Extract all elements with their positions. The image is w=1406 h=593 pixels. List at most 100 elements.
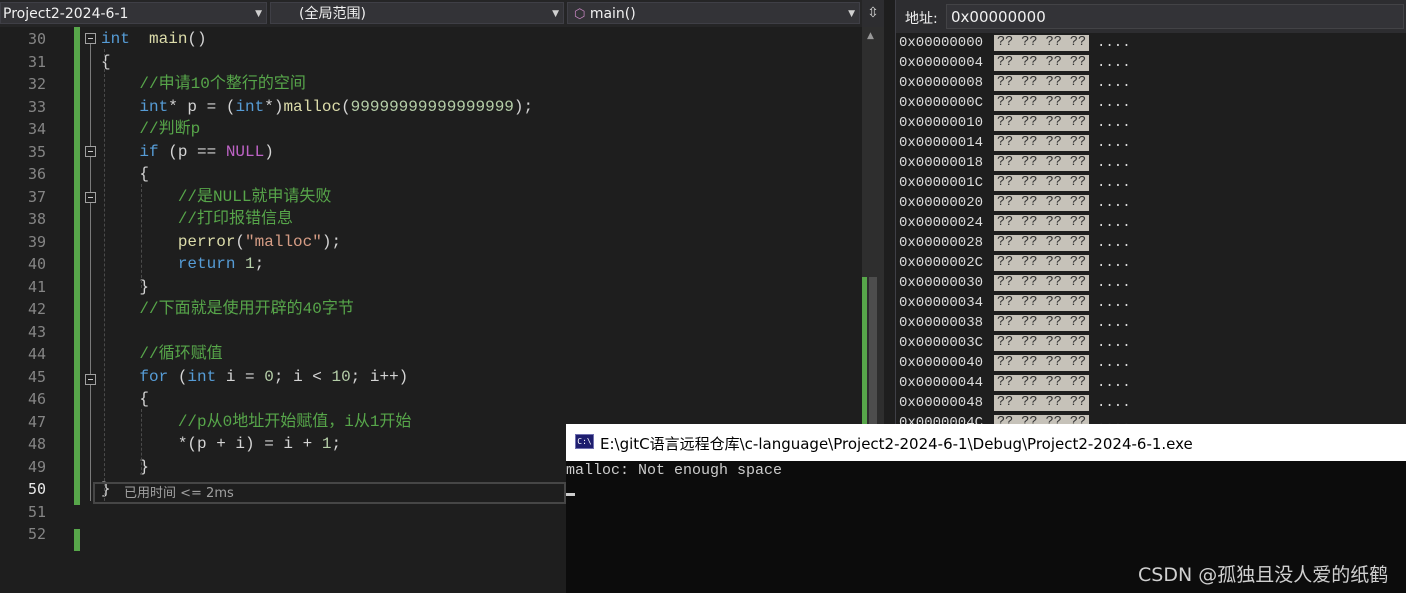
collapse-for-icon[interactable] (85, 374, 96, 385)
code-token: *) (264, 97, 284, 116)
code-line[interactable]: { (101, 51, 111, 74)
memory-row[interactable]: 0x00000040 ?? ?? ?? ??.... (896, 353, 1406, 373)
memory-row[interactable]: 0x00000000 ?? ?? ?? ??.... (896, 33, 1406, 53)
memory-row[interactable]: 0x00000010 ?? ?? ?? ??.... (896, 113, 1406, 133)
memory-address: 0x00000014 (899, 135, 984, 151)
code-token: { (101, 165, 150, 183)
memory-bytes[interactable]: ?? ?? ?? ?? (994, 375, 1090, 391)
memory-address: 0x0000001C (899, 175, 984, 191)
split-icon: ⇳ (867, 5, 879, 21)
memory-row[interactable]: 0x00000038 ?? ?? ?? ??.... (896, 313, 1406, 333)
memory-address: 0x00000020 (899, 195, 984, 211)
memory-bytes[interactable]: ?? ?? ?? ?? (994, 355, 1090, 371)
scope-dropdown[interactable]: (全局范围) ▼ (270, 2, 564, 24)
memory-row[interactable]: 0x00000048 ?? ?? ?? ??.... (896, 393, 1406, 413)
line-number: 50 (27, 480, 46, 498)
code-line[interactable]: { (101, 388, 149, 411)
project-dropdown[interactable]: Project2-2024-6-1 ▼ (0, 2, 267, 24)
memory-row[interactable]: 0x00000018 ?? ?? ?? ??.... (896, 153, 1406, 173)
code-line[interactable]: for (int i = 0; i < 10; i++) (101, 366, 408, 389)
memory-row[interactable]: 0x00000020 ?? ?? ?? ??.... (896, 193, 1406, 213)
memory-bytes[interactable]: ?? ?? ?? ?? (994, 195, 1090, 211)
line-number: 33 (27, 97, 46, 116)
memory-row[interactable]: 0x0000002C ?? ?? ?? ??.... (896, 253, 1406, 273)
line-number: 38 (27, 210, 46, 228)
memory-bytes[interactable]: ?? ?? ?? ?? (994, 215, 1090, 231)
project-dropdown-label: Project2-2024-6-1 (3, 6, 129, 22)
code-token: ; (331, 435, 342, 453)
memory-row[interactable]: 0x0000003C ?? ?? ?? ??.... (896, 333, 1406, 353)
memory-bytes[interactable]: ?? ?? ?? ?? (994, 75, 1090, 91)
line-number: 46 (27, 390, 46, 408)
memory-bytes[interactable]: ?? ?? ?? ?? (994, 175, 1090, 191)
code-token: *(p + i) = i + (101, 435, 322, 453)
memory-bytes[interactable]: ?? ?? ?? ?? (994, 315, 1090, 331)
memory-ascii: .... (1097, 235, 1131, 251)
code-token: malloc (283, 97, 342, 116)
memory-row[interactable]: 0x00000014 ?? ?? ?? ??.... (896, 133, 1406, 153)
code-token: perror (177, 232, 236, 251)
line-number: 51 (27, 502, 46, 521)
memory-row[interactable]: 0x0000000C ?? ?? ?? ??.... (896, 93, 1406, 113)
memory-toolbar: 地址: 0x00000000 (896, 0, 1406, 33)
editor-scrollbar[interactable]: ▲ (862, 27, 884, 427)
address-input[interactable]: 0x00000000 (946, 4, 1404, 29)
collapse-main-icon[interactable] (85, 33, 96, 44)
collapse-comment-icon[interactable] (85, 192, 96, 203)
memory-bytes[interactable]: ?? ?? ?? ?? (994, 155, 1090, 171)
code-line[interactable]: { (101, 163, 149, 186)
code-line[interactable]: //下面就是使用开辟的40字节 (101, 298, 353, 321)
memory-row[interactable]: 0x00000044 ?? ?? ?? ??.... (896, 373, 1406, 393)
memory-row[interactable]: 0x00000004 ?? ?? ?? ??.... (896, 53, 1406, 73)
collapse-if-icon[interactable] (85, 146, 96, 157)
address-label: 地址: (905, 11, 938, 27)
memory-bytes[interactable]: ?? ?? ?? ?? (994, 55, 1090, 71)
code-line[interactable]: *(p + i) = i + 1; (101, 433, 341, 456)
code-line[interactable]: //申请10个整行的空间 (101, 73, 305, 96)
memory-row[interactable]: 0x0000001C ?? ?? ?? ??.... (896, 173, 1406, 193)
code-line[interactable]: int main() (101, 28, 207, 51)
function-dropdown[interactable]: ⬡ main() ▼ (567, 2, 860, 24)
memory-row[interactable]: 0x00000034 ?? ?? ?? ??.... (896, 293, 1406, 313)
code-token: NULL (225, 142, 265, 161)
console-window[interactable]: C:\ E:\gitC语言远程仓库\c-language\Project2-20… (566, 424, 1406, 593)
code-line[interactable]: //循环赋值 (101, 343, 222, 366)
memory-ascii: .... (1097, 395, 1131, 411)
memory-bytes[interactable]: ?? ?? ?? ?? (994, 115, 1090, 131)
memory-bytes[interactable]: ?? ?? ?? ?? (994, 335, 1090, 351)
memory-bytes[interactable]: ?? ?? ?? ?? (994, 35, 1090, 51)
scroll-up-icon[interactable]: ▲ (867, 31, 874, 41)
memory-bytes[interactable]: ?? ?? ?? ?? (994, 235, 1090, 251)
change-indicator-bar (74, 529, 80, 551)
memory-row[interactable]: 0x00000008 ?? ?? ?? ??.... (896, 73, 1406, 93)
memory-bytes[interactable]: ?? ?? ?? ?? (994, 135, 1090, 151)
cube-icon: ⬡ (574, 7, 586, 22)
console-title-bar[interactable]: C:\ E:\gitC语言远程仓库\c-language\Project2-20… (566, 424, 1406, 461)
scrollbar-thumb[interactable] (869, 277, 877, 427)
memory-bytes[interactable]: ?? ?? ?? ?? (994, 295, 1090, 311)
code-line[interactable]: int* p = (int*)malloc(99999999999999999)… (101, 96, 533, 119)
memory-bytes[interactable]: ?? ?? ?? ?? (994, 255, 1090, 271)
code-line[interactable]: //判断p (101, 118, 200, 141)
code-line[interactable]: if (p == NULL) (101, 141, 273, 164)
split-editor-button[interactable]: ⇳ (862, 0, 884, 27)
function-dropdown-label: main() (589, 6, 636, 22)
code-line[interactable]: //打印报错信息 (101, 208, 293, 231)
memory-row[interactable]: 0x00000028 ?? ?? ?? ??.... (896, 233, 1406, 253)
memory-address: 0x00000034 (899, 295, 984, 311)
line-number: 52 (27, 525, 46, 543)
code-line[interactable]: //是NULL就申请失败 (101, 186, 332, 209)
code-line[interactable]: return 1; (101, 253, 264, 276)
memory-bytes[interactable]: ?? ?? ?? ?? (994, 95, 1090, 111)
memory-row[interactable]: 0x00000024 ?? ?? ?? ??.... (896, 213, 1406, 233)
indent-guide (141, 409, 142, 475)
code-line[interactable]: perror("malloc"); (101, 231, 341, 254)
code-line[interactable]: //p从0地址开始赋值，i从1开始 (101, 411, 412, 434)
memory-address: 0x00000030 (899, 275, 984, 291)
memory-bytes[interactable]: ?? ?? ?? ?? (994, 275, 1090, 291)
memory-row[interactable]: 0x00000030 ?? ?? ?? ??.... (896, 273, 1406, 293)
memory-bytes[interactable]: ?? ?? ?? ?? (994, 395, 1090, 411)
memory-address: 0x00000004 (899, 55, 984, 71)
